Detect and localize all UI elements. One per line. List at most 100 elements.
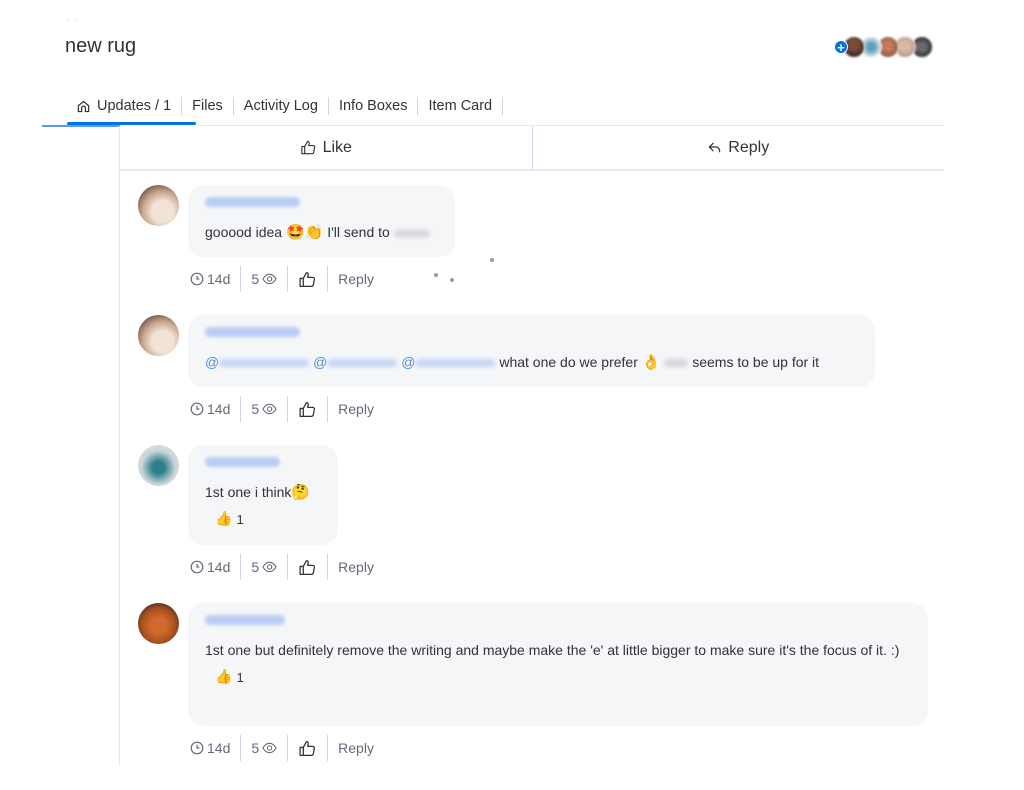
reply-link-label: Reply bbox=[338, 740, 374, 756]
seen-by[interactable]: 5 bbox=[241, 266, 287, 292]
add-subscriber-icon[interactable]: + bbox=[834, 40, 848, 54]
reply-author[interactable] bbox=[205, 457, 280, 467]
reaction-badge[interactable]: 👍 1 bbox=[205, 669, 911, 685]
view-count: 5 bbox=[251, 740, 260, 756]
tab-label: Files bbox=[192, 98, 223, 114]
reply-to-reply-button[interactable]: Reply bbox=[328, 396, 384, 422]
avatar[interactable] bbox=[138, 603, 179, 644]
replies-thread: gooood idea 🤩👏 I'll send to 14d 5 Reply bbox=[138, 185, 938, 761]
like-reply-button[interactable] bbox=[288, 266, 327, 292]
thumbs-up-emoji-icon: 👍 bbox=[215, 511, 233, 527]
thread-left-rule bbox=[119, 126, 120, 766]
reply-bubble: 1st one i think🤔 👍 1 bbox=[188, 445, 338, 545]
time-label: 14d bbox=[207, 271, 231, 287]
eye-icon bbox=[262, 742, 277, 754]
like-reply-button[interactable] bbox=[288, 396, 327, 422]
like-button[interactable]: Like bbox=[120, 126, 532, 169]
thumbs-up-icon bbox=[300, 139, 317, 156]
tab-info-boxes[interactable]: Info Boxes bbox=[329, 92, 418, 120]
reply-text: 1st one i think🤔 bbox=[205, 483, 311, 501]
reply-label: Reply bbox=[728, 138, 770, 156]
view-count: 5 bbox=[251, 271, 260, 287]
seen-by[interactable]: 5 bbox=[241, 735, 287, 761]
reply-author[interactable] bbox=[205, 197, 300, 207]
blurred-name bbox=[393, 229, 430, 237]
mention[interactable]: @ bbox=[401, 354, 496, 370]
reply-text: @ @ @ what one do we prefer 👌 seems to b… bbox=[205, 353, 820, 371]
tab-files[interactable]: Files bbox=[182, 92, 233, 120]
eye-icon bbox=[262, 403, 277, 415]
reply-text: gooood idea 🤩👏 I'll send to bbox=[205, 221, 438, 244]
subscribers-group[interactable]: + bbox=[834, 36, 933, 58]
cursor-trail-dot bbox=[434, 273, 438, 277]
clock-icon bbox=[190, 402, 204, 416]
reply-arrow-icon bbox=[707, 140, 722, 155]
left-accent-line bbox=[42, 125, 120, 127]
reply-text: 1st one but definitely remove the writin… bbox=[205, 642, 900, 658]
clock-icon bbox=[190, 741, 204, 755]
avatar[interactable] bbox=[138, 445, 179, 486]
like-reply-button[interactable] bbox=[288, 735, 327, 761]
mention[interactable]: @ bbox=[313, 354, 398, 370]
cursor-trail-dot bbox=[450, 278, 454, 282]
reply-to-reply-button[interactable]: Reply bbox=[328, 266, 384, 292]
timestamp: 14d bbox=[188, 396, 240, 422]
thumbs-up-icon bbox=[298, 400, 317, 419]
emoji: 👌 bbox=[641, 353, 661, 371]
reply-link-label: Reply bbox=[338, 271, 374, 287]
view-count: 5 bbox=[251, 559, 260, 575]
like-label: Like bbox=[322, 138, 352, 156]
reply-button[interactable]: Reply bbox=[531, 126, 945, 169]
tab-divider bbox=[502, 97, 504, 115]
avatar[interactable] bbox=[138, 315, 179, 356]
cursor-trail-dot bbox=[490, 258, 494, 262]
reply-link-label: Reply bbox=[338, 401, 374, 417]
tab-activity-log[interactable]: Activity Log bbox=[234, 92, 328, 120]
reply-to-reply-button[interactable]: Reply bbox=[328, 735, 384, 761]
thumbs-up-icon bbox=[298, 270, 317, 289]
reply-author[interactable] bbox=[205, 615, 285, 625]
clock-icon bbox=[190, 272, 204, 286]
reply-item: @ @ @ what one do we prefer 👌 seems to b… bbox=[138, 315, 938, 445]
reply-to-reply-button[interactable]: Reply bbox=[328, 554, 384, 580]
reply-bubble: @ @ @ what one do we prefer 👌 seems to b… bbox=[188, 315, 875, 387]
reply-link-label: Reply bbox=[338, 559, 374, 575]
tab-label: Info Boxes bbox=[338, 98, 408, 114]
seen-by[interactable]: 5 bbox=[241, 396, 287, 422]
thumbs-up-icon bbox=[298, 739, 317, 758]
blurred-name bbox=[664, 359, 689, 368]
breadcrumb-dots: ·· bbox=[66, 16, 82, 25]
reply-item: 1st one i think🤔 👍 1 14d 5 Reply bbox=[138, 445, 938, 603]
reply-bubble: 1st one but definitely remove the writin… bbox=[188, 603, 928, 726]
seen-by[interactable]: 5 bbox=[241, 554, 287, 580]
reply-author[interactable] bbox=[205, 327, 300, 337]
item-tabs: Updates / 1 Files Activity Log Info Boxe… bbox=[66, 88, 504, 124]
reply-meta: 14d 5 Reply bbox=[188, 735, 938, 761]
eye-icon bbox=[262, 561, 277, 573]
thumbs-up-icon bbox=[298, 558, 317, 577]
like-reply-button[interactable] bbox=[288, 554, 327, 580]
reply-item: gooood idea 🤩👏 I'll send to 14d 5 Reply bbox=[138, 185, 938, 315]
tab-updates[interactable]: Updates / 1 bbox=[66, 92, 181, 120]
thumbs-up-emoji-icon: 👍 bbox=[215, 669, 233, 685]
view-count: 5 bbox=[251, 401, 260, 417]
reaction-badge[interactable]: 👍 1 bbox=[205, 511, 321, 527]
reply-item: 1st one but definitely remove the writin… bbox=[138, 603, 938, 761]
timestamp: 14d bbox=[188, 735, 240, 761]
clock-icon bbox=[190, 560, 204, 574]
time-label: 14d bbox=[207, 559, 231, 575]
tab-label: Activity Log bbox=[243, 98, 318, 114]
avatar[interactable] bbox=[138, 185, 179, 226]
tab-item-card[interactable]: Item Card bbox=[418, 92, 502, 120]
home-icon bbox=[76, 99, 91, 114]
reply-meta: 14d 5 Reply bbox=[188, 554, 938, 580]
reply-meta: 14d 5 Reply bbox=[188, 396, 938, 422]
reply-bubble: gooood idea 🤩👏 I'll send to bbox=[188, 185, 455, 257]
emoji: 🤔 bbox=[291, 483, 311, 501]
timestamp: 14d bbox=[188, 554, 240, 580]
timestamp: 14d bbox=[188, 266, 240, 292]
tab-label: Item Card bbox=[428, 98, 493, 114]
time-label: 14d bbox=[207, 401, 231, 417]
mention[interactable]: @ bbox=[205, 354, 310, 370]
reply-meta: 14d 5 Reply bbox=[188, 266, 938, 292]
